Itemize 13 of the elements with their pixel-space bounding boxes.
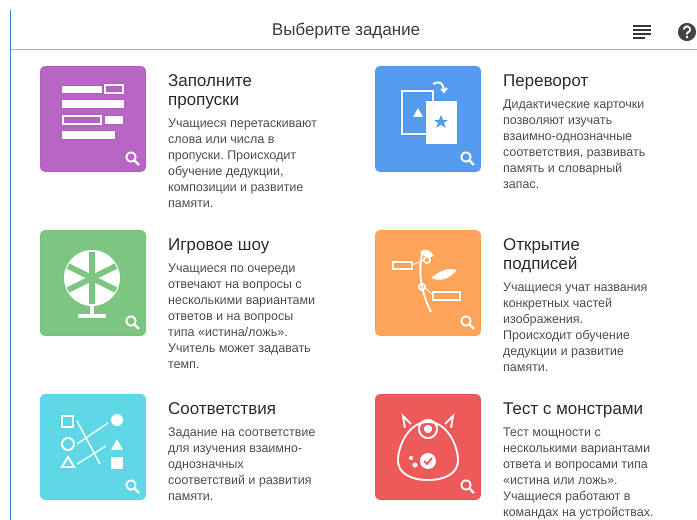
task-title[interactable]: Открытие подписей — [503, 235, 655, 273]
task-description: Дидактические карточки позволяют изучать взаимно-однозначные соответствия, развивать память и словарный запас. — [503, 96, 646, 192]
task-description: Учащиеся по очереди отвечают на вопросы с несколькими вариантами ответов и на вопросы типа «истина/ложь». Учитель может задавать темп. — [168, 260, 316, 372]
task-description: Тест мощности с несколькими вариантами ответа и вопросами типа «истина или ложь». Учащиеся работают в командах на устройствах. — [503, 424, 654, 520]
task-title[interactable]: Переворот — [503, 71, 655, 90]
task-title[interactable]: Тест с монстрами — [503, 399, 655, 418]
task-title[interactable]: Соответствия — [168, 399, 320, 418]
task-description: Задание на соответствие для изучения взаимно-однозначных соответствий и развития памяти. — [168, 424, 316, 504]
task-description: Учащиеся учат названия конкретных частей изображения. Происходит обучение дедукции и развитие памяти. — [503, 279, 648, 375]
task-title[interactable]: Заполните пропуски — [168, 71, 320, 109]
page-title: Выберите задание — [272, 20, 420, 40]
task-title[interactable]: Игровое шоу — [168, 235, 320, 254]
task-description: Учащиеся перетаскивают слова или числа в пропуски. Происходит обучение дедукции, композиции и развитие памяти. — [168, 115, 318, 211]
